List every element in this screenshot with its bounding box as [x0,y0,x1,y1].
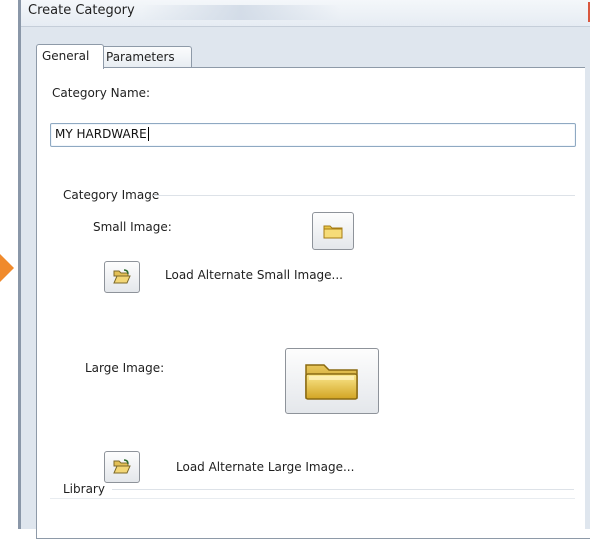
tab-general-label: General [42,49,90,63]
tab-parameters[interactable]: Parameters [100,46,192,67]
category-image-group-label: Category Image [63,188,160,202]
load-small-image-button[interactable] [104,261,140,293]
category-name-value: MY HARDWARE [55,127,149,141]
open-folder-icon [113,459,131,474]
small-image-preview-button[interactable] [312,212,354,250]
create-category-dialog: Create Category General Parameters Categ… [18,0,590,539]
category-image-group-line [153,195,575,196]
category-name-input[interactable]: MY HARDWARE [50,123,576,147]
library-group-label: Library [63,482,105,496]
tab-parameters-label: Parameters [106,50,175,64]
category-name-label: Category Name: [52,86,151,100]
folder-icon [323,225,343,239]
separator-line [50,498,575,499]
window-title: Create Category [28,3,135,18]
load-large-image-label: Load Alternate Large Image... [176,460,355,474]
large-image-label: Large Image: [85,361,165,375]
callout-arrow [0,254,14,282]
window-right-edge [585,27,590,529]
load-small-image-label: Load Alternate Small Image... [165,268,343,282]
large-image-preview-button[interactable] [285,348,379,414]
small-image-label: Small Image: [93,220,172,234]
open-folder-icon [113,269,131,284]
load-large-image-button[interactable] [104,451,140,483]
title-glow [141,5,341,20]
library-group-line [112,489,574,490]
general-panel: Category Name: MY HARDWARE Category Imag… [36,67,590,539]
folder-icon [305,364,358,400]
tab-general[interactable]: General [36,44,104,69]
title-bar[interactable]: Create Category [21,0,590,27]
